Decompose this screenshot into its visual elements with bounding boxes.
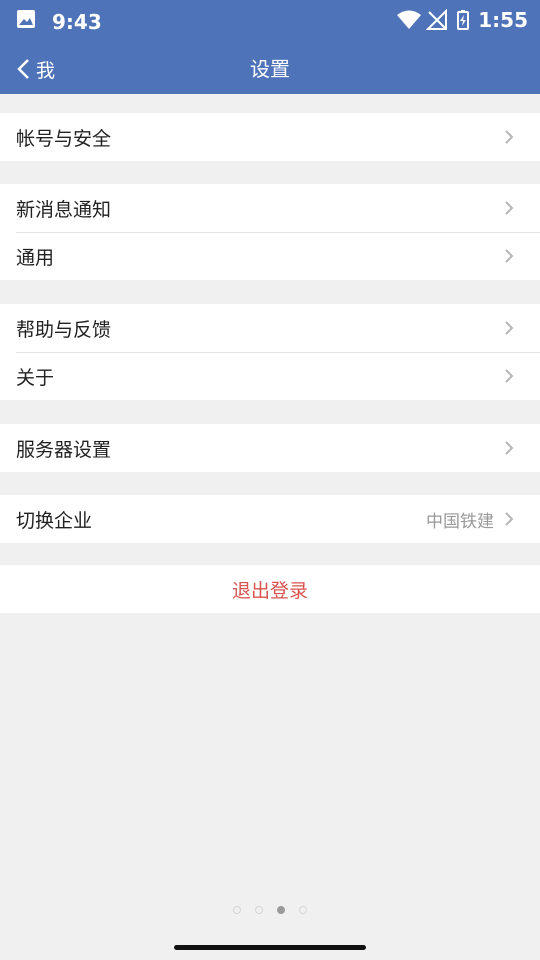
battery-time: 1:55 (478, 8, 528, 32)
nav-bar: 我 设置 (0, 44, 540, 94)
status-bar: 9:43 1:55 (0, 0, 540, 44)
chevron-right-icon (505, 201, 514, 215)
page-dot-active (277, 906, 285, 914)
row-label: 帐号与安全 (16, 127, 112, 150)
page-dot (255, 906, 263, 914)
row-label: 关于 (16, 366, 55, 389)
battery-charging-icon (457, 10, 470, 30)
row-server-settings[interactable]: 服务器设置 (0, 424, 540, 472)
settings-group-enterprise: 切换企业 中国铁建 (0, 495, 540, 543)
settings-group-general: 新消息通知 通用 (0, 184, 540, 280)
page-indicator (0, 906, 540, 914)
row-label: 切换企业 (16, 509, 93, 532)
row-label: 新消息通知 (16, 198, 112, 221)
row-help-feedback[interactable]: 帮助与反馈 (0, 304, 540, 352)
chevron-right-icon (505, 249, 514, 263)
settings-group-server: 服务器设置 (0, 424, 540, 472)
current-enterprise-value: 中国铁建 (426, 511, 494, 532)
row-label: 服务器设置 (16, 438, 112, 461)
row-label: 通用 (16, 246, 55, 269)
row-label: 帮助与反馈 (16, 318, 112, 341)
home-indicator[interactable] (174, 945, 366, 950)
chevron-right-icon (505, 369, 514, 383)
page-title: 设置 (250, 57, 290, 81)
row-about[interactable]: 关于 (0, 352, 540, 400)
row-new-message-notification[interactable]: 新消息通知 (0, 184, 540, 232)
no-signal-icon (426, 9, 448, 30)
chevron-right-icon (505, 441, 514, 455)
logout-button[interactable]: 退出登录 (0, 565, 540, 613)
page-dot (299, 906, 307, 914)
logout-label: 退出登录 (231, 579, 308, 602)
row-switch-enterprise[interactable]: 切换企业 中国铁建 (0, 495, 540, 543)
wifi-icon (397, 10, 422, 29)
settings-group-account: 帐号与安全 (0, 113, 540, 161)
status-icons: 1:55 (396, 6, 528, 34)
settings-group-help: 帮助与反馈 关于 (0, 304, 540, 400)
status-time: 9:43 (52, 10, 102, 34)
chevron-right-icon (505, 321, 514, 335)
row-general[interactable]: 通用 (0, 232, 540, 280)
chevron-right-icon (505, 512, 514, 526)
chevron-right-icon (505, 130, 514, 144)
row-account-security[interactable]: 帐号与安全 (0, 113, 540, 161)
page-dot (233, 906, 241, 914)
photo-icon (17, 10, 35, 28)
